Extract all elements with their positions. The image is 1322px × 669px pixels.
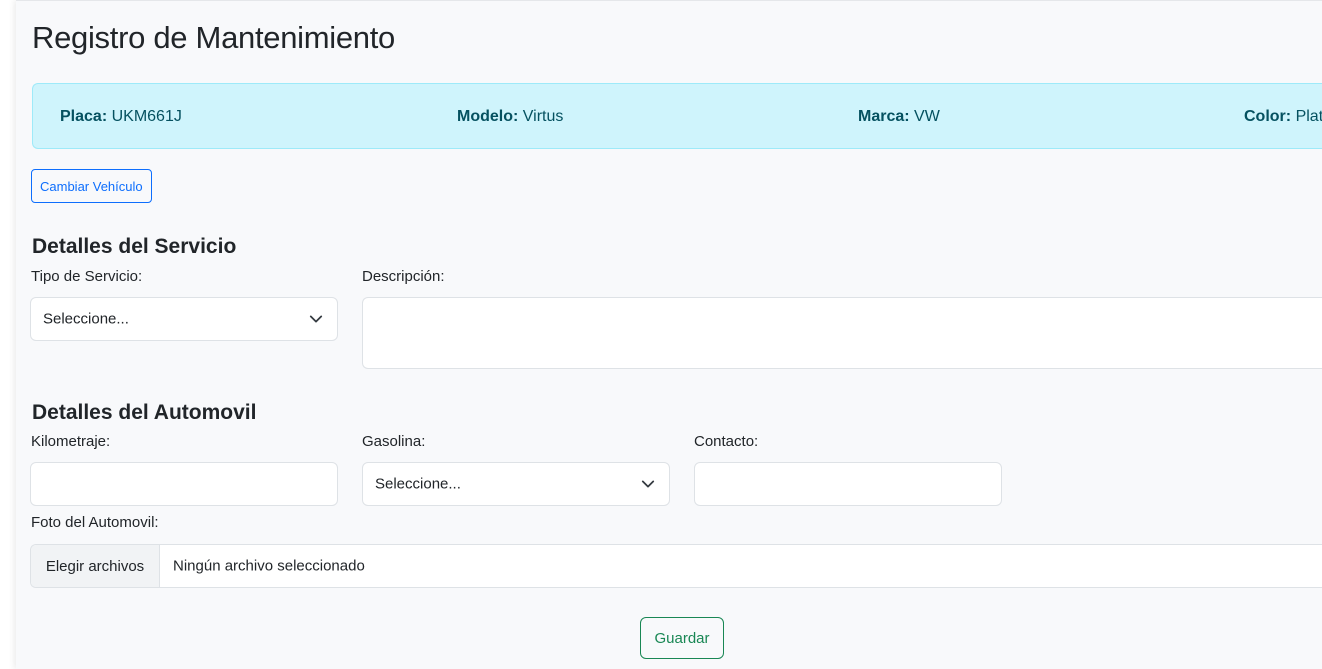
- service-section-title: Detalles del Servicio: [32, 235, 237, 258]
- fuel-select[interactable]: Seleccione...: [362, 462, 670, 506]
- choose-files-button[interactable]: Elegir archivos: [31, 545, 160, 587]
- chevron-down-icon: [309, 315, 323, 323]
- file-status: Ningún archivo seleccionado: [173, 557, 365, 575]
- mileage-input[interactable]: [30, 462, 338, 506]
- contact-input[interactable]: [694, 462, 1002, 506]
- vehicle-info-bar: Placa: UKM661J Modelo: Virtus Marca: VW …: [32, 83, 1322, 149]
- vehicle-modelo: Modelo: Virtus: [457, 108, 563, 126]
- page: Registro de Mantenimiento Placa: UKM661J…: [16, 0, 1322, 669]
- fuel-label: Gasolina:: [362, 433, 426, 450]
- service-type-value: Seleccione...: [43, 310, 129, 328]
- description-label: Descripción:: [362, 268, 445, 285]
- car-section-title: Detalles del Automovil: [32, 401, 257, 424]
- modelo-value: Virtus: [522, 108, 564, 125]
- vehicle-placa: Placa: UKM661J: [60, 108, 182, 126]
- service-type-select[interactable]: Seleccione...: [30, 297, 338, 341]
- marca-label: Marca:: [858, 108, 910, 125]
- fuel-value: Seleccione...: [375, 475, 461, 493]
- placa-value: UKM661J: [111, 108, 182, 125]
- color-label: Color:: [1244, 108, 1292, 125]
- change-vehicle-button[interactable]: Cambiar Vehículo: [31, 169, 152, 203]
- page-title: Registro de Mantenimiento: [32, 20, 395, 55]
- photo-label: Foto del Automovil:: [31, 514, 159, 531]
- chevron-down-icon: [641, 480, 655, 488]
- description-textarea[interactable]: [362, 297, 1322, 369]
- placa-label: Placa:: [60, 108, 108, 125]
- save-button[interactable]: Guardar: [640, 617, 724, 659]
- vehicle-color: Color: Plata: [1244, 108, 1322, 126]
- color-value: Plata: [1295, 108, 1322, 125]
- contact-label: Contacto:: [694, 433, 759, 450]
- photo-file-input[interactable]: Elegir archivos Ningún archivo seleccion…: [30, 544, 1322, 588]
- vehicle-marca: Marca: VW: [858, 108, 940, 126]
- mileage-label: Kilometraje:: [31, 433, 111, 450]
- modelo-label: Modelo:: [457, 108, 519, 125]
- service-type-label: Tipo de Servicio:: [31, 268, 143, 285]
- marca-value: VW: [914, 108, 940, 125]
